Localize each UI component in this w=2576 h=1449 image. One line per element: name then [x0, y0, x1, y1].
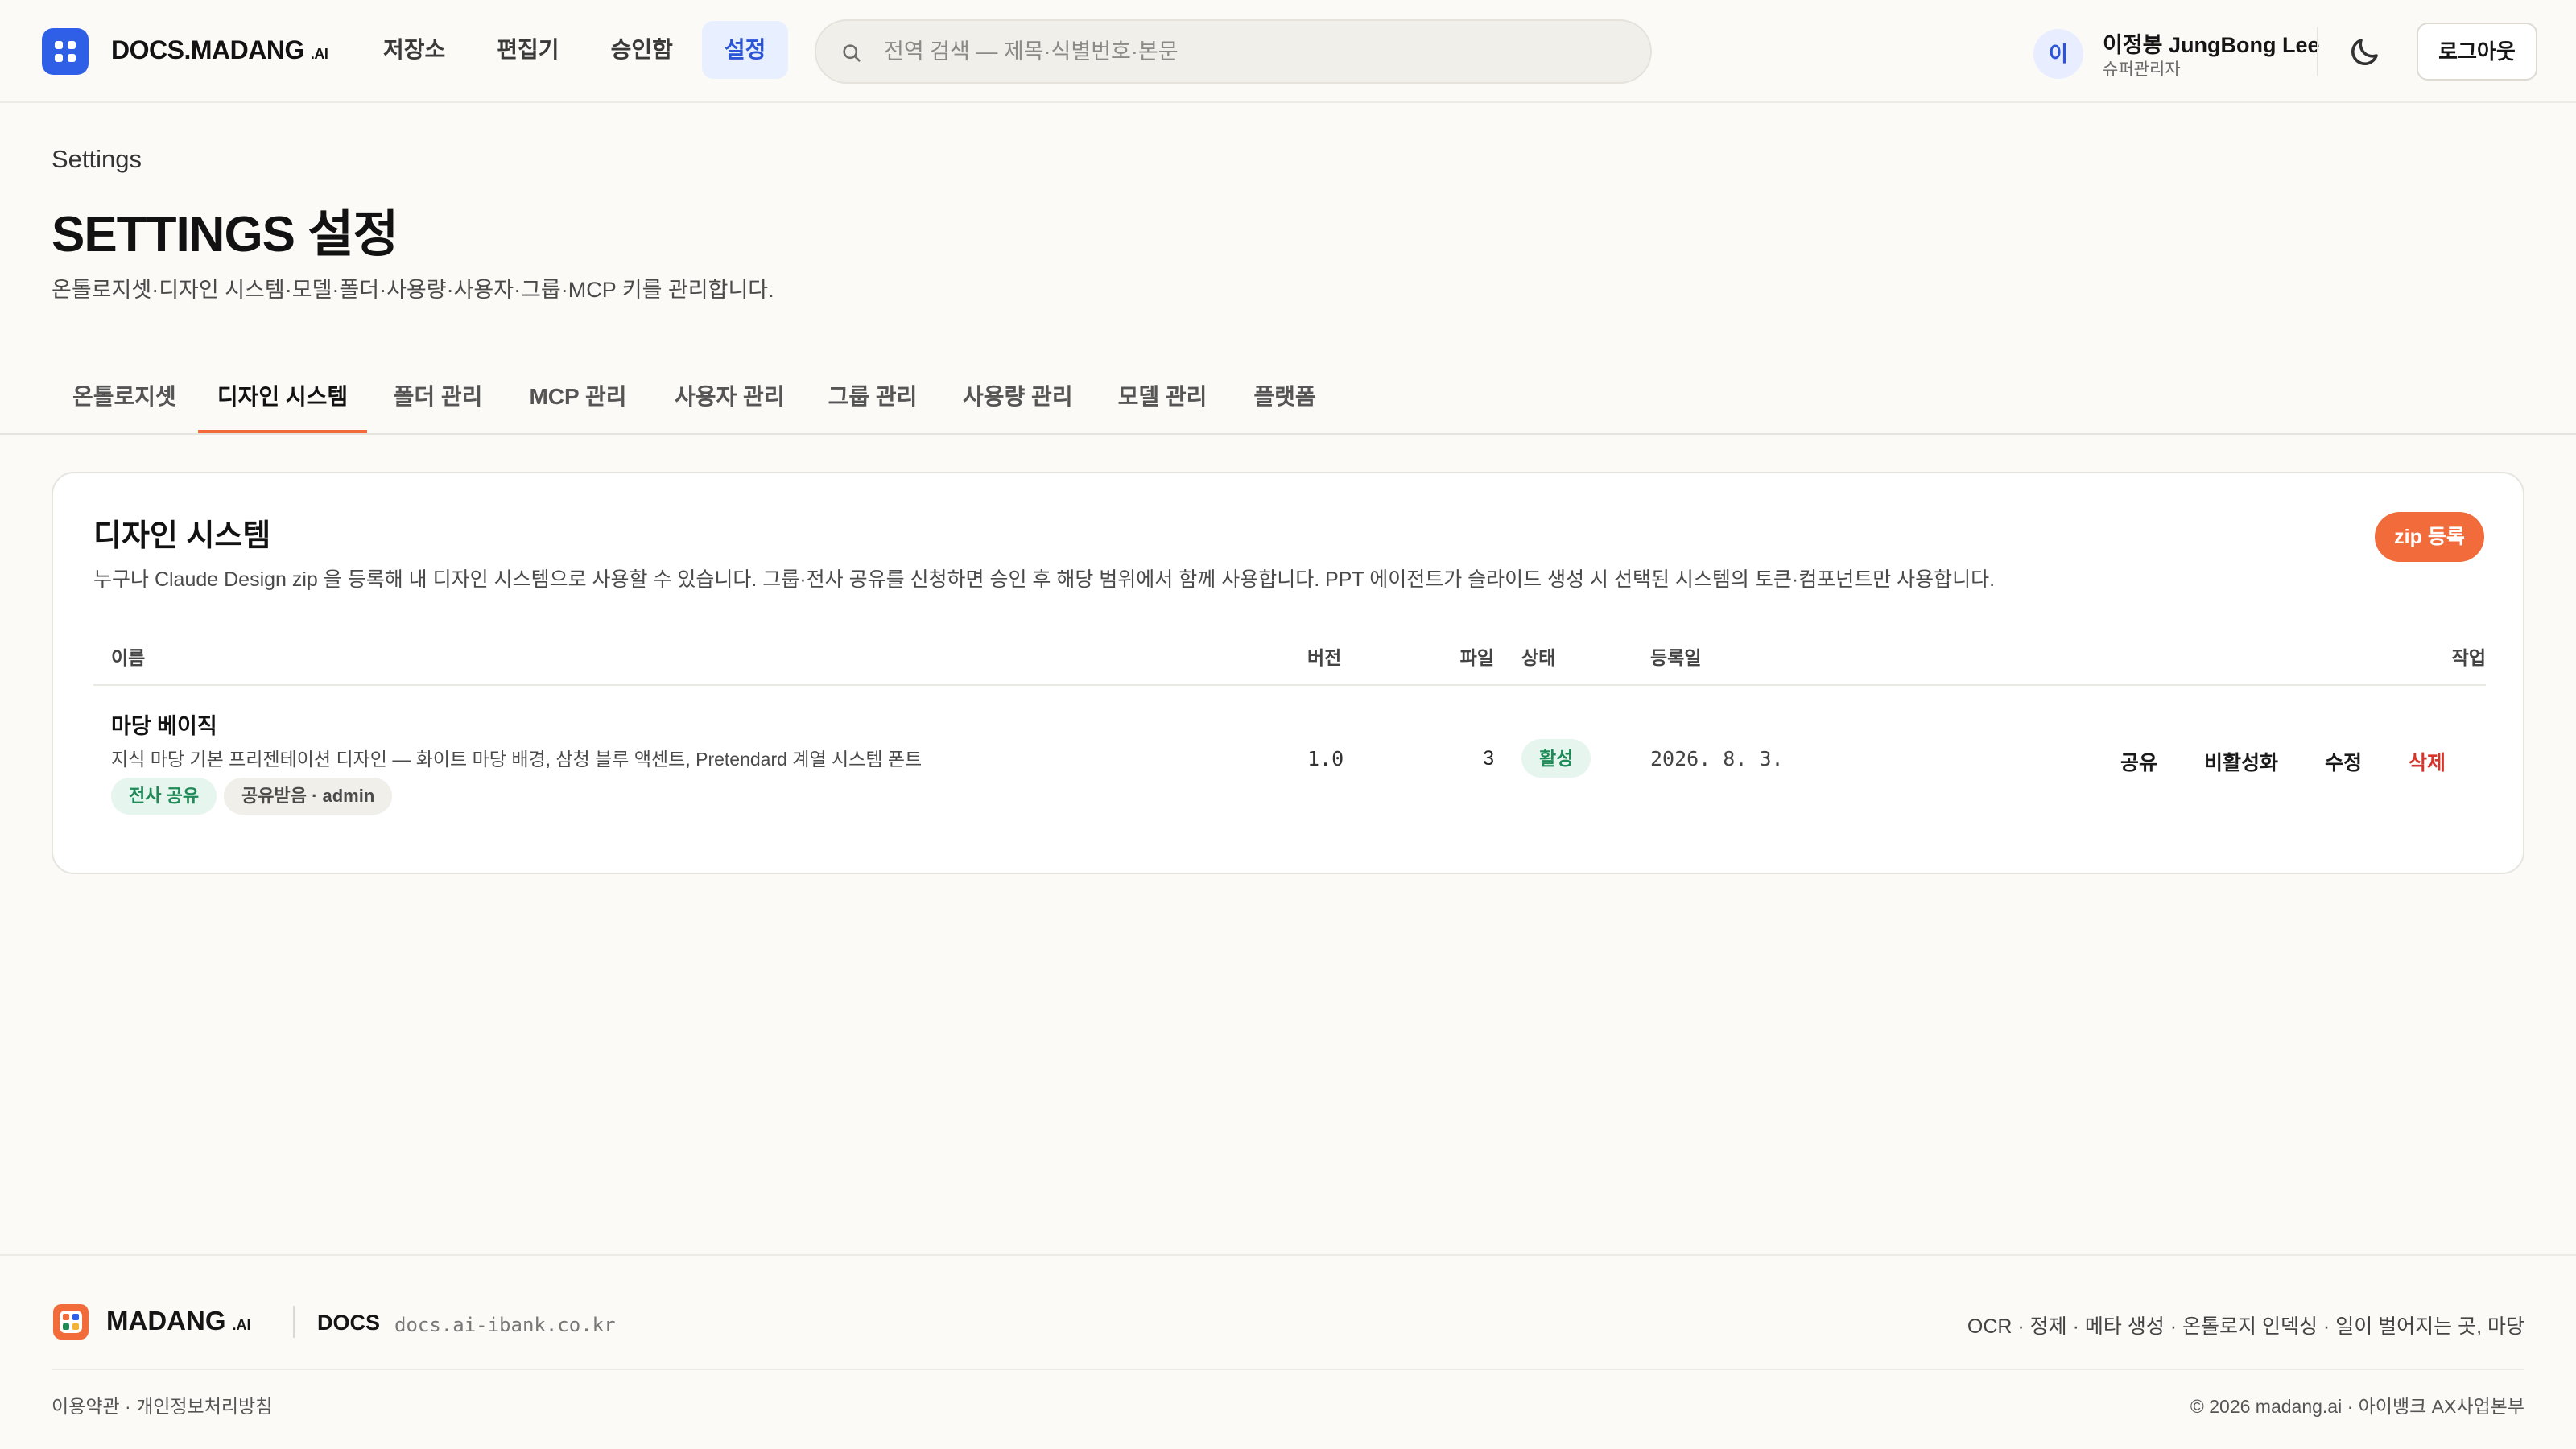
- nav-item-settings[interactable]: 설정: [701, 21, 789, 79]
- tab-mcp-management[interactable]: MCP 관리: [528, 370, 628, 433]
- section-description: 누구나 Claude Design zip 을 등록해 내 디자인 시스템으로 …: [93, 568, 1996, 591]
- column-header-files: 파일: [1459, 647, 1494, 668]
- tab-folder-management[interactable]: 폴더 관리: [393, 370, 483, 433]
- shared-received-badge: 공유받음 · admin: [224, 778, 393, 815]
- footer-brand: MADANG .AI: [106, 1306, 251, 1336]
- column-header-status: 상태: [1521, 647, 1556, 668]
- column-header-actions: 작업: [2451, 647, 2486, 668]
- zip-register-button[interactable]: zip 등록: [2375, 512, 2484, 562]
- file-count: 3: [1483, 747, 1494, 770]
- footer-brand-name: MADANG: [106, 1306, 226, 1335]
- brand-name: DOCS.MADANG: [111, 35, 304, 64]
- logout-button[interactable]: 로그아웃: [2417, 23, 2537, 80]
- design-system-name: 마당 베이직: [111, 714, 217, 738]
- footer-docs-label: DOCS: [317, 1311, 381, 1335]
- company-share-badge: 전사 공유: [111, 778, 217, 815]
- page-footer: MADANG .AI DOCS docs.ai-ibank.co.kr OCR ·…: [0, 1254, 2576, 1449]
- page-description: 온톨로지셋·디자인 시스템·모델·폴더·사용량·사용자·그룹·MCP 키를 관리…: [52, 278, 774, 302]
- column-header-version: 버전: [1307, 647, 1342, 668]
- tab-platform[interactable]: 플랫폼: [1253, 370, 1317, 433]
- footer-divider: [293, 1306, 295, 1338]
- footer-brand-suffix: .AI: [232, 1317, 251, 1333]
- footer-links[interactable]: 이용약관 · 개인정보처리방침: [52, 1391, 272, 1418]
- column-header-name: 이름: [111, 647, 146, 668]
- search-icon: [843, 44, 861, 62]
- tab-design-system[interactable]: 디자인 시스템: [198, 370, 367, 433]
- tab-group-management[interactable]: 그룹 관리: [828, 370, 918, 433]
- column-header-registered: 등록일: [1650, 647, 1702, 668]
- app-brand[interactable]: DOCS.MADANG .AI: [111, 35, 328, 65]
- avatar: 이: [2033, 29, 2083, 79]
- madang-logo-icon: [53, 1304, 89, 1340]
- page-title: SETTINGS 설정: [52, 207, 398, 262]
- share-button[interactable]: 공유: [2120, 747, 2157, 776]
- status-badge: 활성: [1521, 739, 1591, 778]
- footer-separator: [52, 1368, 2524, 1370]
- global-search[interactable]: [815, 19, 1652, 84]
- app-logo-icon[interactable]: [42, 28, 89, 75]
- tab-usage-management[interactable]: 사용량 관리: [963, 370, 1073, 433]
- nav-item-editor[interactable]: 편집기: [474, 21, 581, 79]
- delete-button[interactable]: 삭제: [2409, 747, 2446, 776]
- user-name: 이정봉 JungBong Lee: [2103, 33, 2320, 57]
- brand-suffix: .AI: [310, 46, 328, 62]
- user-role: 슈퍼관리자: [2103, 60, 2181, 79]
- design-system-description: 지식 마당 기본 프리젠테이션 디자인 — 화이트 마당 배경, 삼청 블루 액…: [111, 749, 923, 770]
- tab-user-management[interactable]: 사용자 관리: [675, 370, 785, 433]
- tab-model-management[interactable]: 모델 관리: [1117, 370, 1208, 433]
- section-title: 디자인 시스템: [93, 519, 271, 553]
- settings-tabs: 온톨로지셋 디자인 시스템 폴더 관리 MCP 관리 사용자 관리 그룹 관리 …: [0, 370, 2576, 435]
- moon-icon[interactable]: [2346, 32, 2384, 71]
- registered-date: 2026. 8. 3.: [1650, 747, 1784, 770]
- main-nav: 저장소 편집기 승인함 설정: [361, 21, 795, 79]
- nav-item-repository[interactable]: 저장소: [361, 21, 468, 79]
- edit-button[interactable]: 수정: [2325, 747, 2362, 776]
- tab-ontology-set[interactable]: 온톨로지셋: [72, 370, 176, 433]
- search-input[interactable]: [884, 21, 1624, 82]
- footer-tagline: OCR · 정제 · 메타 생성 · 온톨로지 인덱싱 · 일이 벌어지는 곳,…: [1967, 1315, 2524, 1338]
- design-system-card: 디자인 시스템 누구나 Claude Design zip 을 등록해 내 디자…: [52, 472, 2524, 874]
- footer-domain[interactable]: docs.ai-ibank.co.kr: [394, 1314, 616, 1336]
- user-profile[interactable]: 이 이정봉 JungBong Lee 슈퍼관리자: [2033, 23, 2320, 80]
- version-value: 1.0: [1307, 747, 1344, 770]
- breadcrumb: Settings: [52, 145, 142, 173]
- footer-copyright: © 2026 madang.ai · 아이뱅크 AX사업본부: [2190, 1396, 2524, 1417]
- deactivate-button[interactable]: 비활성화: [2204, 747, 2278, 776]
- nav-item-approvals[interactable]: 승인함: [588, 21, 696, 79]
- table-header-divider: [93, 684, 2486, 686]
- top-header: DOCS.MADANG .AI 저장소 편집기 승인함 설정 이 이정봉 Jung…: [0, 0, 2576, 103]
- header-divider: [2317, 27, 2318, 76]
